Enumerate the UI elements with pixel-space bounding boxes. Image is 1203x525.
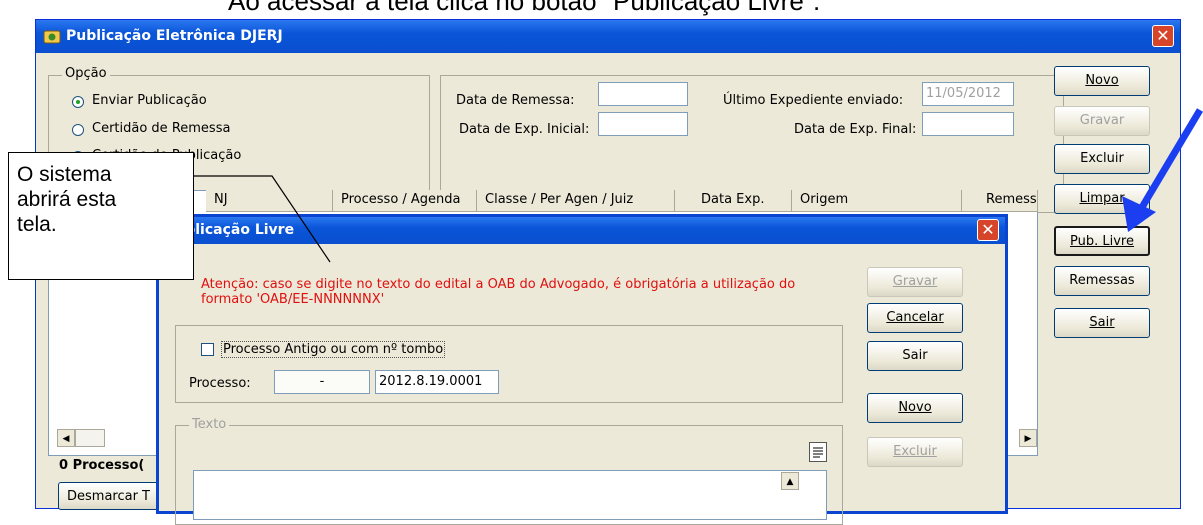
annotation-overlay (194, 108, 1203, 263)
pointer-arrow (1134, 108, 1203, 216)
callout-leader-line (194, 175, 331, 263)
pointer-arrowhead (1122, 196, 1156, 232)
